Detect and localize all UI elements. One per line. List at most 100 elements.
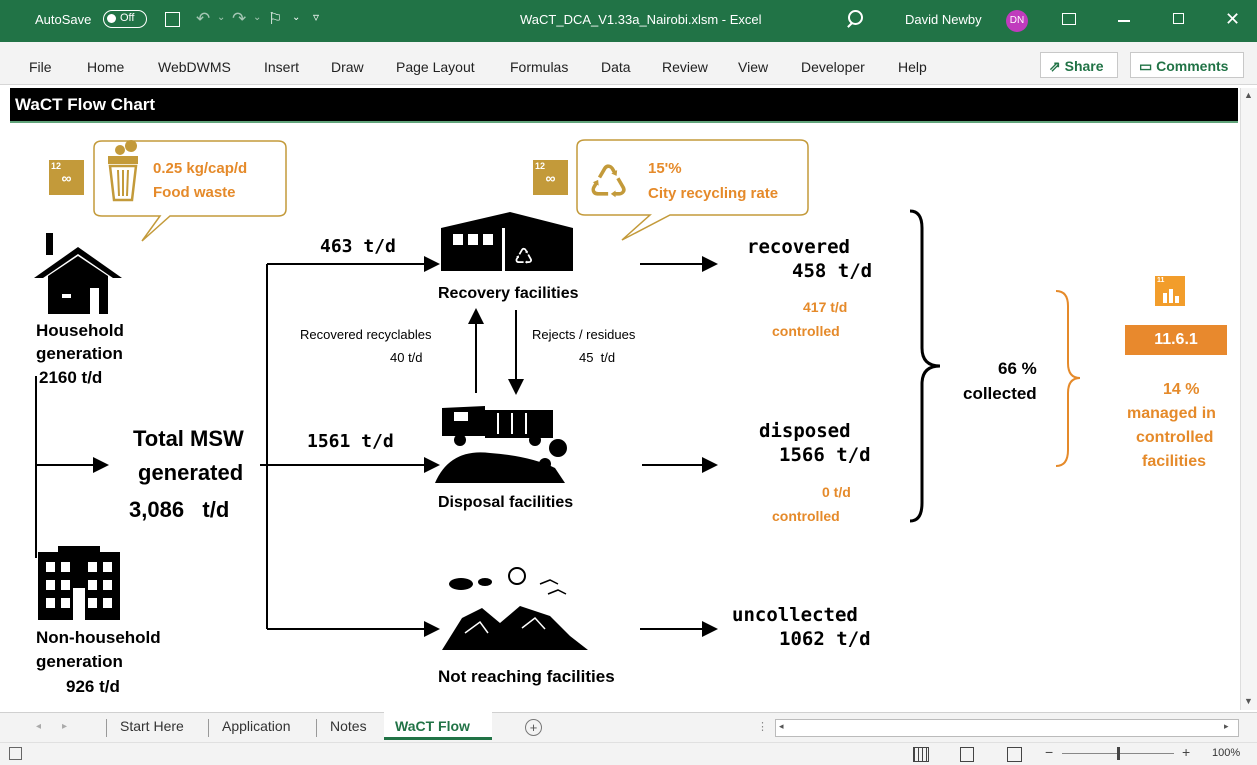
- menu-help[interactable]: Help: [898, 59, 927, 75]
- status-bar: − + 100%: [0, 742, 1257, 765]
- menu-developer[interactable]: Developer: [801, 59, 865, 75]
- avatar[interactable]: DN: [1006, 10, 1028, 32]
- tab-notes[interactable]: Notes: [330, 718, 367, 734]
- autosave-toggle[interactable]: Off: [103, 10, 147, 28]
- touch-mode-icon[interactable]: ⚐: [268, 9, 282, 29]
- menu-review[interactable]: Review: [662, 59, 708, 75]
- page-layout-view-icon[interactable]: [960, 747, 974, 762]
- tab-divider: [106, 719, 107, 737]
- horizontal-scrollbar[interactable]: ◂ ▸: [775, 719, 1239, 737]
- ribbon-display-icon[interactable]: [1062, 13, 1076, 25]
- share-label: Share: [1064, 58, 1104, 74]
- scroll-up-icon[interactable]: ▲: [1244, 90, 1253, 100]
- tab-scroll-right-icon[interactable]: ▸: [62, 721, 67, 732]
- maximize-icon[interactable]: [1173, 13, 1184, 24]
- tab-scroll-left-icon[interactable]: ◂: [36, 721, 41, 732]
- menu-webdwms[interactable]: WebDWMS: [158, 59, 231, 75]
- total-label-2: generated: [138, 460, 244, 485]
- menu-view[interactable]: View: [738, 59, 768, 75]
- recovered-controlled-value: 417 t/d: [803, 299, 848, 315]
- user-name[interactable]: David Newby: [905, 12, 982, 27]
- disposed-controlled-label: controlled: [772, 508, 840, 524]
- sdg12-badge-icon: 12 ∞: [49, 160, 84, 195]
- comments-label: Comments: [1156, 58, 1229, 74]
- normal-view-icon[interactable]: [913, 747, 929, 762]
- sdg12-badge-icon-2: 12 ∞: [533, 160, 568, 195]
- sdg11-badge-icon: 11: [1155, 276, 1185, 306]
- flow-to-recovery: 463 t/d: [320, 236, 396, 257]
- minimize-icon[interactable]: [1118, 20, 1130, 22]
- menu-data[interactable]: Data: [601, 59, 631, 75]
- tab-divider: [208, 719, 209, 737]
- tab-wact-flow[interactable]: WaCT Flow: [384, 712, 492, 740]
- autosave-state: Off: [120, 12, 135, 24]
- undo-dropdown-icon[interactable]: ⌄: [217, 12, 225, 23]
- scroll-right-icon[interactable]: ▸: [1224, 721, 1229, 732]
- ribbon-tabs: File Home WebDWMS Insert Draw Page Layou…: [0, 42, 1257, 85]
- rejects-label: Rejects / residues: [532, 327, 636, 342]
- zoom-slider-thumb-icon[interactable]: [1117, 747, 1120, 760]
- managed-brace: [1055, 290, 1081, 467]
- sdg-indicator-badge: 11.6.1: [1125, 325, 1227, 355]
- window-title: WaCT_DCA_V1.33a_Nairobi.xlsm - Excel: [520, 12, 762, 27]
- recovered-recyclables-label: Recovered recyclables: [300, 327, 432, 342]
- comments-button[interactable]: ▭ Comments: [1130, 52, 1244, 78]
- recovery-facility-icon: ♺: [441, 212, 573, 271]
- managed-percent: 14 %: [1163, 381, 1200, 398]
- menu-draw[interactable]: Draw: [331, 59, 364, 75]
- vertical-scrollbar[interactable]: ▲ ▼: [1240, 88, 1257, 710]
- not-reaching-label: Not reaching facilities: [438, 667, 615, 686]
- household-label-2: generation: [36, 344, 123, 363]
- toggle-knob-icon: [107, 14, 116, 23]
- recycling-rate-label: City recycling rate: [648, 185, 779, 202]
- menu-insert[interactable]: Insert: [264, 59, 299, 75]
- menu-home[interactable]: Home: [87, 59, 124, 75]
- zoom-in-icon[interactable]: +: [1182, 744, 1190, 760]
- redo-dropdown-icon[interactable]: ⌄: [253, 12, 261, 23]
- menu-file[interactable]: File: [29, 59, 52, 75]
- total-value: 3,086 t/d: [129, 497, 230, 522]
- recycling-rate: 15'%: [648, 160, 682, 177]
- house-icon: [34, 233, 122, 314]
- recovered-controlled-label: controlled: [772, 323, 840, 339]
- tab-application[interactable]: Application: [222, 718, 291, 734]
- collected-label: collected: [963, 384, 1037, 403]
- svg-text:♺: ♺: [514, 245, 534, 270]
- menu-page-layout[interactable]: Page Layout: [396, 59, 475, 75]
- managed-label-2: controlled: [1136, 429, 1214, 446]
- share-button[interactable]: ⇗ Share: [1040, 52, 1118, 78]
- page-break-view-icon[interactable]: [1007, 747, 1022, 762]
- zoom-out-icon[interactable]: −: [1045, 744, 1053, 760]
- scroll-left-icon[interactable]: ◂: [779, 721, 784, 732]
- qat-dropdown-icon[interactable]: ⌄: [292, 12, 300, 23]
- disposed-value: 1566 t/d: [779, 444, 871, 466]
- scroll-handle-icon[interactable]: ⋮: [757, 720, 768, 733]
- open-dump-icon: [442, 567, 588, 650]
- nonhousehold-value: 926 t/d: [66, 677, 120, 696]
- rejects-value: 45 t/d: [579, 350, 616, 365]
- add-sheet-icon[interactable]: +: [525, 719, 542, 736]
- food-waste-rate: 0.25 kg/cap/d: [153, 160, 248, 177]
- worksheet-area[interactable]: WaCT Flow Chart ♺ ♺ 12 ∞ 12 ∞ 0.25 kg/ca…: [10, 88, 1240, 710]
- macro-recording-icon[interactable]: [9, 747, 22, 760]
- collected-percent: 66 %: [998, 359, 1037, 378]
- close-icon[interactable]: ✕: [1225, 9, 1240, 30]
- redo-icon[interactable]: ↷: [232, 9, 246, 29]
- tab-wact-flow-label: WaCT Flow: [395, 718, 470, 734]
- recovery-facilities-label: Recovery facilities: [438, 285, 579, 302]
- office-building-icon: [38, 546, 120, 620]
- managed-label-1: managed in: [1127, 405, 1216, 422]
- save-icon[interactable]: [165, 12, 180, 27]
- zoom-level[interactable]: 100%: [1212, 747, 1240, 759]
- scroll-down-icon[interactable]: ▼: [1244, 696, 1253, 706]
- menu-formulas[interactable]: Formulas: [510, 59, 568, 75]
- undo-icon[interactable]: ↶: [196, 9, 210, 29]
- total-label-1: Total MSW: [133, 426, 244, 451]
- recovered-recyclables-value: 40 t/d: [390, 350, 423, 365]
- flow-diagram-lines: ♺ ♺: [34, 139, 1081, 650]
- recycle-icon: ♺: [588, 155, 629, 209]
- customize-qat-icon[interactable]: ▿: [313, 10, 319, 24]
- tab-start-here[interactable]: Start Here: [120, 718, 184, 734]
- flow-to-disposal: 1561 t/d: [307, 431, 394, 452]
- tab-divider: [316, 719, 317, 737]
